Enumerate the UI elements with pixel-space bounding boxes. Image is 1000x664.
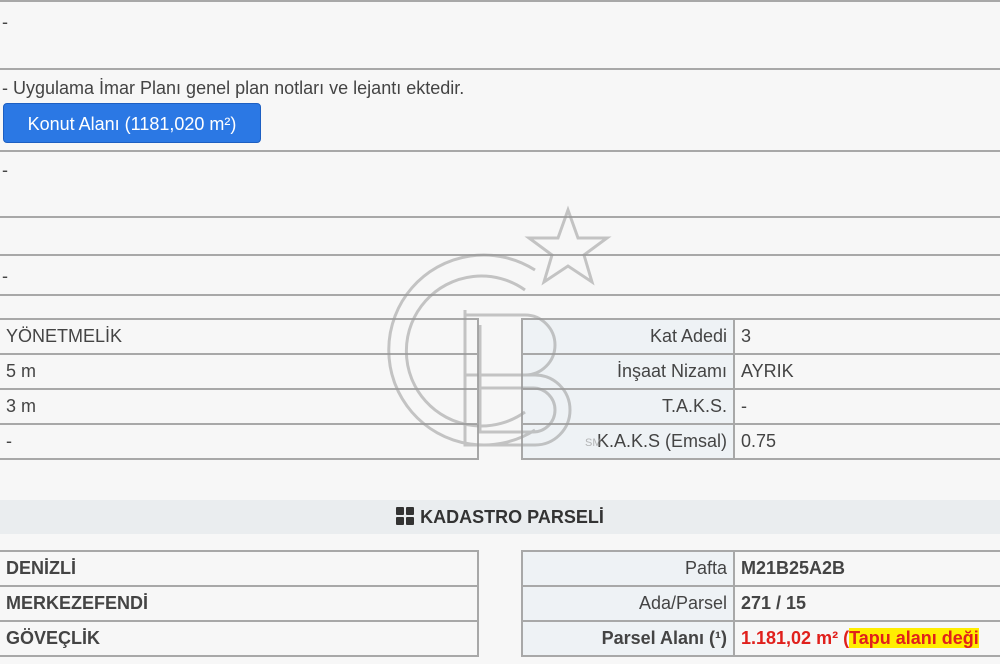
parcel-area-amount: 1.181,02 m² (	[741, 628, 850, 648]
regulation-value: 5 m	[0, 353, 479, 390]
parcel-area-label: Parsel Alanı (¹)	[521, 620, 735, 657]
field-label: K.A.K.S (Emsal)	[521, 423, 735, 460]
table-row: Ada/Parsel 271 / 15	[521, 585, 1000, 622]
table-row: YÖNETMELİK	[0, 318, 479, 355]
divider	[0, 68, 1000, 70]
regulation-value: 3 m	[0, 388, 479, 425]
kadastro-value: GÖVEÇLİK	[0, 620, 479, 657]
field-value: 0.75	[733, 423, 1000, 460]
divider	[0, 294, 1000, 296]
table-row: T.A.K.S. -	[521, 388, 1000, 425]
table-row: Kat Adedi 3	[521, 318, 1000, 355]
field-label: İnşaat Nizamı	[521, 353, 735, 390]
table-row: 5 m	[0, 353, 479, 390]
table-row: K.A.K.S (Emsal) 0.75	[521, 423, 1000, 460]
parcel-area-note: Tapu alanı deği	[849, 628, 979, 648]
divider	[0, 216, 1000, 218]
plan-row-5: -	[2, 266, 8, 286]
kadastro-value: MERKEZEFENDİ	[0, 585, 479, 622]
field-value: -	[733, 388, 1000, 425]
table-row: 3 m	[0, 388, 479, 425]
plan-row-3: -	[2, 160, 8, 180]
plan-note: - Uygulama İmar Planı genel plan notları…	[2, 78, 465, 98]
field-label: Ada/Parsel	[521, 585, 735, 622]
zone-button[interactable]: Konut Alanı (1181,020 m²)	[3, 103, 261, 143]
divider	[0, 150, 1000, 152]
plan-row-1: -	[2, 12, 8, 32]
field-value: M21B25A2B	[733, 550, 1000, 587]
table-row: İnşaat Nizamı AYRIK	[521, 353, 1000, 390]
table-row: DENİZLİ	[0, 550, 479, 587]
kadastro-left-table: DENİZLİ MERKEZEFENDİ GÖVEÇLİK	[0, 550, 479, 657]
regulation-right-table: Kat Adedi 3 İnşaat Nizamı AYRIK T.A.K.S.…	[521, 318, 1000, 460]
kadastro-title: KADASTRO PARSELİ	[420, 507, 604, 527]
kadastro-value: DENİZLİ	[0, 550, 479, 587]
table-row: -	[0, 423, 479, 460]
field-value: AYRIK	[733, 353, 1000, 390]
field-label: T.A.K.S.	[521, 388, 735, 425]
field-label: Kat Adedi	[521, 318, 735, 355]
kadastro-section-header: KADASTRO PARSELİ	[0, 500, 1000, 534]
divider	[0, 254, 1000, 256]
field-label: Pafta	[521, 550, 735, 587]
table-row: MERKEZEFENDİ	[0, 585, 479, 622]
parcel-area-value: 1.181,02 m² (Tapu alanı deği	[733, 620, 1000, 657]
kadastro-right-table: Pafta M21B25A2B Ada/Parsel 271 / 15 Pars…	[521, 550, 1000, 657]
regulation-value: YÖNETMELİK	[0, 318, 479, 355]
table-row: GÖVEÇLİK	[0, 620, 479, 657]
divider	[0, 0, 1000, 2]
grid-icon	[396, 502, 415, 536]
field-value: 271 / 15	[733, 585, 1000, 622]
regulation-left-table: YÖNETMELİK 5 m 3 m -	[0, 318, 479, 460]
table-row: Pafta M21B25A2B	[521, 550, 1000, 587]
field-value: 3	[733, 318, 1000, 355]
regulation-value: -	[0, 423, 479, 460]
table-row: Parsel Alanı (¹) 1.181,02 m² (Tapu alanı…	[521, 620, 1000, 657]
